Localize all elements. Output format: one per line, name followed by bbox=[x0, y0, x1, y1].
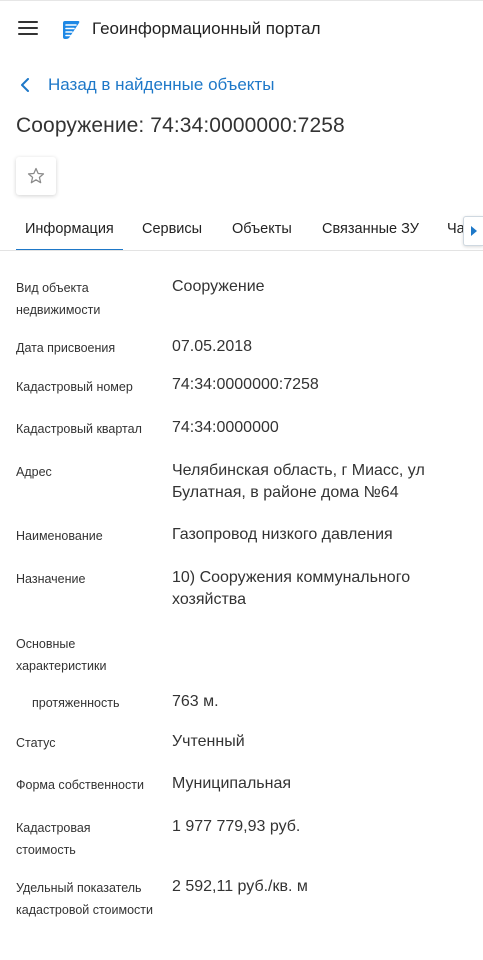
back-to-results-link[interactable]: Назад в найденные объекты bbox=[20, 73, 274, 97]
caret-right-icon bbox=[470, 226, 477, 236]
name-label: Наименование bbox=[16, 529, 103, 543]
cadastral-quarter-label: Кадастровый квартал bbox=[16, 422, 142, 436]
app-title: Геоинформационный портал bbox=[92, 19, 321, 38]
characteristics-label: Основные характеристики bbox=[16, 637, 107, 673]
assign-date-value: 07.05.2018 bbox=[172, 338, 253, 355]
address-value: Челябинская область, г Миасс, ул Булатна… bbox=[172, 462, 425, 501]
cadastral-number-label: Кадастровый номер bbox=[16, 380, 133, 394]
app-header: Геоинформационный портал bbox=[0, 0, 483, 58]
ownership-value: Муниципальная bbox=[172, 775, 292, 792]
status-label: Статус bbox=[16, 736, 56, 750]
ownership-label: Форма собственности bbox=[16, 778, 144, 792]
cadastral-quarter-value: 74:34:0000000 bbox=[172, 419, 279, 436]
cadastral-number-value: 74:34:0000000:7258 bbox=[172, 376, 319, 393]
hamburger-menu-icon[interactable] bbox=[18, 21, 38, 37]
tab-information[interactable]: Информация bbox=[16, 208, 123, 250]
tab-objects[interactable]: Объекты bbox=[232, 208, 292, 250]
chevron-left-icon bbox=[21, 78, 29, 92]
purpose-value: 10) Сооружения коммунального хозяйства bbox=[172, 569, 411, 608]
tab-bar: Информация Сервисы Объекты Связанные ЗУ … bbox=[0, 208, 483, 251]
assign-date-label: Дата присвоения bbox=[16, 341, 116, 355]
geo-portal-logo-icon bbox=[63, 21, 80, 39]
object-type-value: Сооружение bbox=[172, 278, 265, 295]
tabs-scroll-right-button[interactable] bbox=[463, 216, 483, 246]
favorite-button[interactable] bbox=[16, 157, 56, 195]
length-value: 763 м. bbox=[172, 693, 219, 710]
purpose-label: Назначение bbox=[16, 572, 86, 586]
tab-related-land[interactable]: Связанные ЗУ bbox=[322, 208, 419, 250]
unit-cost-label: Удельный показатель кадастровой стоимост… bbox=[16, 881, 153, 917]
cadastral-cost-value: 1 977 779,93 руб. bbox=[172, 818, 301, 835]
name-value: Газопровод низкого давления bbox=[172, 526, 393, 543]
back-link-label: Назад в найденные объекты bbox=[48, 75, 275, 94]
star-outline-icon bbox=[27, 167, 45, 184]
unit-cost-value: 2 592,11 руб./кв. м bbox=[172, 878, 308, 895]
address-label: Адрес bbox=[16, 465, 52, 479]
cadastral-cost-label: Кадастровая стоимость bbox=[16, 821, 91, 857]
page-title: Сооружение: 74:34:0000000:7258 bbox=[16, 114, 345, 137]
tab-services[interactable]: Сервисы bbox=[142, 208, 202, 250]
status-value: Учтенный bbox=[172, 733, 245, 750]
length-label: протяженность bbox=[32, 696, 120, 710]
object-type-label: Вид объекта недвижимости bbox=[16, 281, 101, 317]
